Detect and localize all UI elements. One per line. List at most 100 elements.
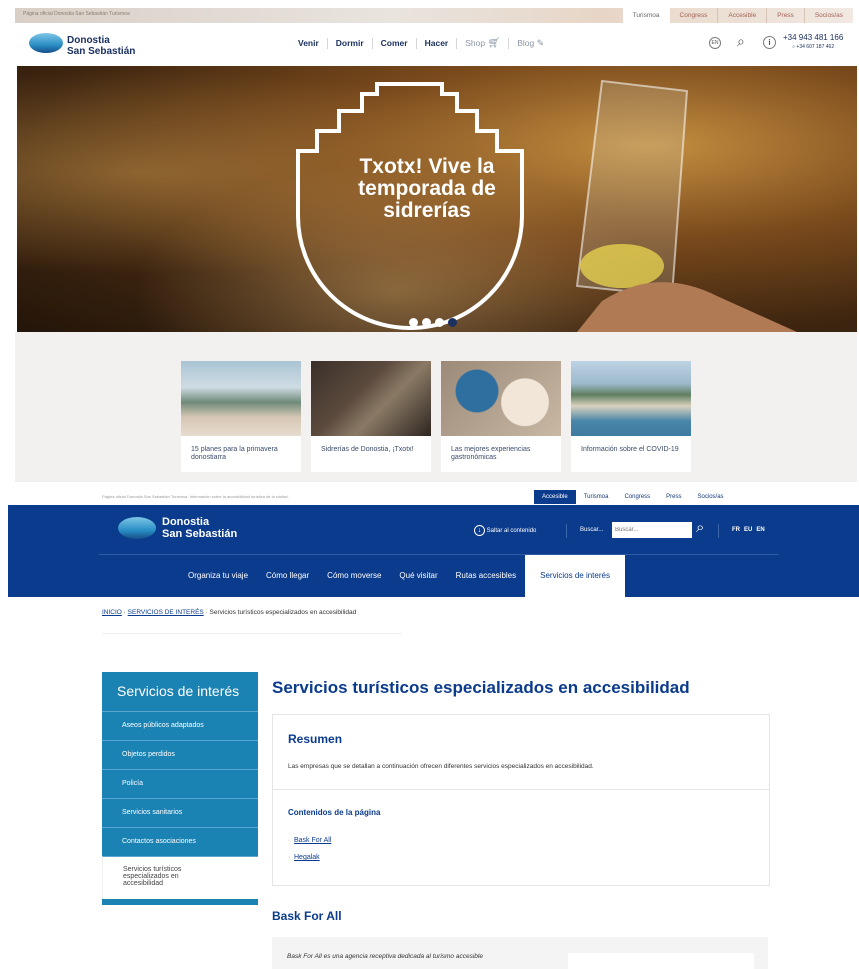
header-divider [566,524,567,538]
tab-socios[interactable]: Socios/as [690,490,732,504]
hero-title-line2: temporada de [358,177,496,200]
whatsapp-icon: ○ [792,44,796,50]
header-divider [718,524,719,538]
skip-to-content-label: Saltar al contenido [486,528,537,534]
contents-link-bask-for-all[interactable]: Bask For All [294,837,331,844]
carousel-dot[interactable] [435,318,444,327]
bullet-icon: · [288,837,291,844]
sidebar-item-asociaciones[interactable]: Contactos asociaciones [102,827,258,856]
section-image-placeholder [568,953,754,969]
nav-como-moverse[interactable]: Cómo moverse [318,555,390,597]
cart-icon: 🛒︎ [487,38,501,49]
sidebar: Servicios de interés Aseos públicos adap… [102,672,258,907]
site-switcher: Accesible Turismoa Congress Press Socios… [534,490,732,504]
site-switcher: Turismoa Congress Accesible Press Socios… [622,8,853,23]
card-planes-primavera[interactable]: 15 planes para la primavera donostiarra [181,361,301,472]
search-icon[interactable]: ⌕ [696,519,704,536]
logo-line1: Donostia [162,516,210,528]
breadcrumb-home[interactable]: INICIO [102,609,122,616]
logo-line2: San Sebastián [162,527,238,540]
tab-socios[interactable]: Socios/as [803,8,853,23]
tab-turismoa[interactable]: Turismoa [622,8,670,23]
phone-whatsapp-number: +34 607 187 462 [796,44,835,50]
nav-shop-label: Shop [465,38,486,48]
nav-venir[interactable]: Venir [290,38,327,49]
section-text: Bask For All es una agencia receptiva de… [287,953,483,960]
section-heading: Bask For All [272,909,342,923]
nav-como-llegar[interactable]: Cómo llegar [257,555,318,597]
tab-turismoa[interactable]: Turismoa [576,490,617,504]
contents-heading: Contenidos de la página [288,808,381,817]
official-site-text: Página oficial Donostia San Sebastián Tu… [102,494,289,499]
nav-que-visitar[interactable]: Qué visitar [390,555,446,597]
phone-main[interactable]: +34 943 481 166 [783,33,843,42]
accessible-utility-bar: Página oficial Donostia San Sebastián Tu… [91,490,771,504]
bask-for-all-box: Bask For All es una agencia receptiva de… [272,937,768,969]
card-covid[interactable]: Información sobre el COVID-19 [571,361,691,472]
info-icon[interactable]: i [763,36,776,49]
sidebar-item-policia[interactable]: Policía [102,769,258,798]
breadcrumb-servicios[interactable]: SERVICIOS DE INTERÉS [128,609,204,616]
accessible-main-nav: Organiza tu viaje Cómo llegar Cómo mover… [179,555,625,597]
hero-title-line3: sidrerías [383,199,471,222]
logo-icon [118,517,156,539]
nav-organiza-viaje[interactable]: Organiza tu viaje [179,555,257,597]
logo-icon [29,33,63,53]
carousel-dot-active[interactable] [448,318,457,327]
card-caption: Información sobre el COVID-19 [581,446,679,453]
tab-press[interactable]: Press [766,8,804,23]
sidebar-bottom-bar [102,899,258,905]
hero-title-line1: Txotx! Vive la [359,155,495,178]
carousel-dot[interactable] [409,318,418,327]
nav-blog-label: Blog [517,38,535,48]
logo-line2: San Sebastián [67,45,136,57]
card-caption: Sidrerías de Donostia, ¡Txotx! [321,446,414,453]
lang-fr[interactable]: FR [732,527,740,533]
lang-eu[interactable]: EU [744,527,752,533]
search-icon[interactable]: ⌕ [737,33,745,50]
nav-rutas-accesibles[interactable]: Rutas accesibles [447,555,525,597]
hero-title: Txotx! Vive la temporada de sidrerías [347,156,507,222]
pencil-icon: ✎ [536,38,545,48]
tab-accesible[interactable]: Accesible [717,8,766,23]
sidebar-item-sanitarios[interactable]: Servicios sanitarios [102,798,258,827]
skip-to-content-link[interactable]: ↓ Saltar al contenido [474,525,536,536]
phone-whatsapp[interactable]: ○ +34 607 187 462 [792,44,834,50]
tab-congress[interactable]: Congress [616,490,658,504]
summary-heading: Resumen [288,732,343,746]
sidebar-active-line1: Servicios turísticos [123,866,182,873]
accessible-header: Donostia San Sebastián ↓ Saltar al conte… [8,505,859,597]
sidebar-item-objetos-perdidos[interactable]: Objetos perdidos [102,740,258,769]
sidebar-active-line2: especializados en [123,873,179,880]
sidebar-item-aseos[interactable]: Aseos públicos adaptados [102,711,258,740]
hero-banner[interactable]: Txotx! Vive la temporada de sidrerías [17,66,857,332]
search-input[interactable] [612,522,692,538]
card-sidrerias[interactable]: Sidrerías de Donostia, ¡Txotx! [311,361,431,472]
breadcrumb-divider [102,633,402,634]
card-caption: Las mejores experiencias gastronómicas [451,446,531,461]
main-nav: Venir Dormir Comer Hacer Shop 🛒︎ Blog ✎ [290,38,552,49]
summary-text: Las empresas que se detallan a continuac… [288,763,594,770]
sidebar-active-line3: accesibilidad [123,880,164,887]
summary-box: Resumen Las empresas que se detallan a c… [272,714,770,886]
tab-accesible[interactable]: Accesible [534,490,576,504]
card-gastronomia[interactable]: Las mejores experiencias gastronómicas [441,361,561,472]
tab-congress[interactable]: Congress [670,8,718,23]
nav-hacer[interactable]: Hacer [415,38,457,49]
card-image [441,361,561,436]
carousel-dot[interactable] [422,318,431,327]
nav-comer[interactable]: Comer [371,38,416,49]
nav-blog[interactable]: Blog ✎ [508,38,552,49]
sidebar-item-servicios-turisticos[interactable]: Servicios turísticos especializados en a… [102,856,258,899]
nav-shop[interactable]: Shop 🛒︎ [456,38,508,49]
contents-link-hegalak[interactable]: Hegalak [294,854,320,861]
breadcrumb-current: Servicios turísticos especializados en a… [209,609,357,616]
bullet-icon: · [288,854,291,861]
sidebar-title: Servicios de interés [102,672,258,711]
tab-press[interactable]: Press [658,490,689,504]
nav-servicios-interes[interactable]: Servicios de interés [525,555,625,597]
language-selector[interactable]: EN [709,37,721,49]
official-site-text: Página oficial Donostia San Sebastián Tu… [23,11,130,17]
nav-dormir[interactable]: Dormir [326,38,372,49]
lang-en[interactable]: EN [756,527,764,533]
